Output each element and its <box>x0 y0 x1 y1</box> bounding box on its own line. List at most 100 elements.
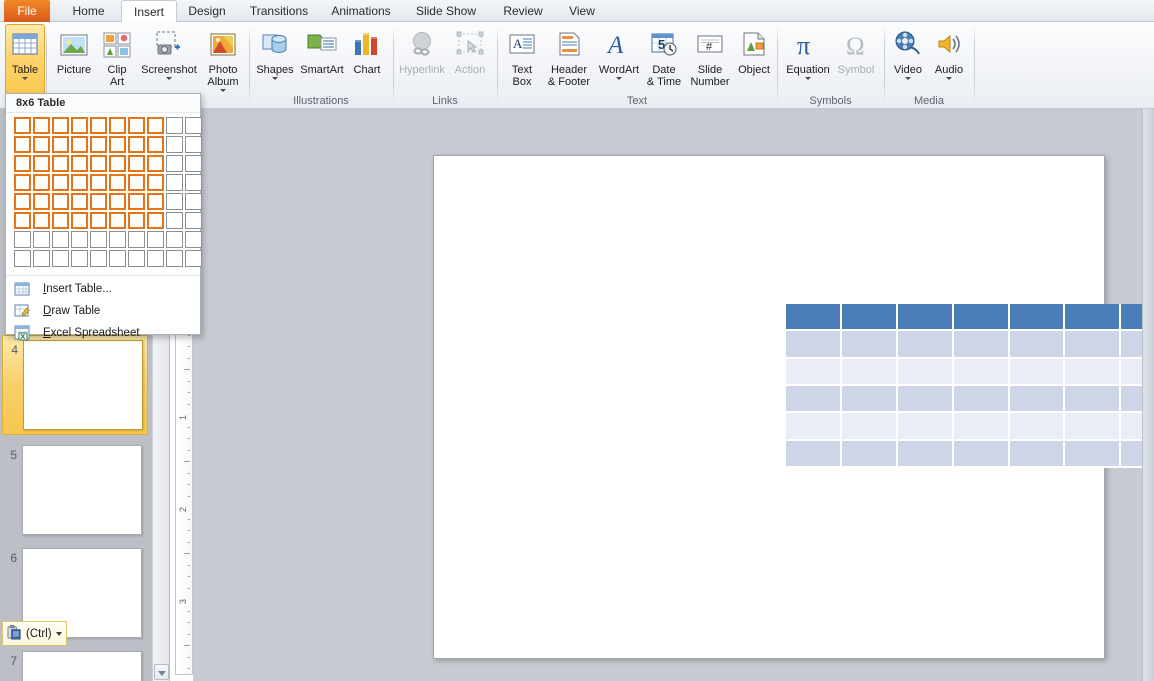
table-row[interactable] <box>786 386 1154 413</box>
table-cell[interactable] <box>898 441 954 468</box>
table-grid-cell-8x5[interactable] <box>147 193 164 210</box>
slide-thumbnail[interactable] <box>23 340 143 430</box>
table-grid-cell-7x6[interactable] <box>128 212 145 229</box>
table-grid-cell-1x4[interactable] <box>14 174 31 191</box>
table-grid-cell-6x5[interactable] <box>109 193 126 210</box>
table-grid-cell-4x2[interactable] <box>71 136 88 153</box>
table-grid-cell-5x8[interactable] <box>90 250 107 267</box>
table-grid-cell-8x7[interactable] <box>147 231 164 248</box>
table-cell[interactable] <box>1065 331 1121 358</box>
table-grid-cell-2x8[interactable] <box>33 250 50 267</box>
table-header-cell[interactable] <box>842 304 898 331</box>
table-grid-cell-10x7[interactable] <box>185 231 202 248</box>
shapes-button[interactable]: Shapes <box>253 24 297 81</box>
table-grid-cell-8x4[interactable] <box>147 174 164 191</box>
tab-view[interactable]: View <box>558 0 606 22</box>
table-cell[interactable] <box>954 413 1010 440</box>
table-grid-cell-7x8[interactable] <box>128 250 145 267</box>
picture-button[interactable]: Picture <box>52 24 96 77</box>
table-row[interactable] <box>786 441 1154 468</box>
table-grid-cell-9x3[interactable] <box>166 155 183 172</box>
table-grid-cell-10x3[interactable] <box>185 155 202 172</box>
table-cell[interactable] <box>1065 441 1121 468</box>
table-grid-cell-4x5[interactable] <box>71 193 88 210</box>
table-cell[interactable] <box>1065 359 1121 386</box>
table-grid-cell-6x2[interactable] <box>109 136 126 153</box>
table-grid-cell-1x2[interactable] <box>14 136 31 153</box>
video-button[interactable]: Video <box>889 24 927 81</box>
chevron-down-icon[interactable] <box>905 77 911 80</box>
table-grid-cell-2x1[interactable] <box>33 117 50 134</box>
slide-number-button[interactable]: # Slide Number <box>687 24 733 89</box>
slide-thumbnail[interactable] <box>22 651 142 681</box>
table-cell[interactable] <box>786 359 842 386</box>
chevron-down-icon[interactable] <box>220 89 226 92</box>
table-grid-cell-9x4[interactable] <box>166 174 183 191</box>
table-button[interactable]: Table <box>5 24 45 98</box>
table-header-cell[interactable] <box>1065 304 1121 331</box>
table-grid-cell-6x7[interactable] <box>109 231 126 248</box>
table-grid-cell-5x2[interactable] <box>90 136 107 153</box>
header-footer-button[interactable]: Header & Footer <box>542 24 596 89</box>
table-grid-cell-2x5[interactable] <box>33 193 50 210</box>
table-grid-cell-2x3[interactable] <box>33 155 50 172</box>
screenshot-button[interactable]: Screenshot <box>138 24 200 81</box>
table-grid-cell-1x1[interactable] <box>14 117 31 134</box>
table-grid-cell-3x5[interactable] <box>52 193 69 210</box>
action-button[interactable]: Action <box>449 24 491 77</box>
table-cell[interactable] <box>1010 386 1066 413</box>
table-grid-cell-3x2[interactable] <box>52 136 69 153</box>
tab-insert[interactable]: Insert <box>121 0 177 23</box>
table-grid-cell-4x1[interactable] <box>71 117 88 134</box>
photo-album-button[interactable]: Photo Album <box>200 24 246 93</box>
clip-art-button[interactable]: Clip Art <box>99 24 135 89</box>
table-grid-cell-4x6[interactable] <box>71 212 88 229</box>
slide-thumbnail-selected-frame[interactable]: 4 <box>2 335 148 435</box>
table-grid-cell-9x8[interactable] <box>166 250 183 267</box>
table-grid-cell-9x1[interactable] <box>166 117 183 134</box>
table-grid-cell-7x2[interactable] <box>128 136 145 153</box>
table-grid-cell-9x6[interactable] <box>166 212 183 229</box>
text-box-button[interactable]: A Text Box <box>503 24 541 89</box>
scroll-down-arrow-icon[interactable] <box>154 664 169 680</box>
table-size-grid[interactable] <box>14 117 204 269</box>
chevron-down-icon[interactable] <box>22 77 28 80</box>
table-preview[interactable] <box>786 304 1154 468</box>
table-grid-cell-6x6[interactable] <box>109 212 126 229</box>
table-cell[interactable] <box>842 386 898 413</box>
table-grid-cell-5x1[interactable] <box>90 117 107 134</box>
tab-transitions[interactable]: Transitions <box>239 0 319 22</box>
table-grid-cell-8x2[interactable] <box>147 136 164 153</box>
table-row[interactable] <box>786 304 1154 331</box>
workspace-vertical-scrollbar[interactable] <box>1142 109 1154 681</box>
table-cell[interactable] <box>1065 386 1121 413</box>
table-grid-cell-8x8[interactable] <box>147 250 164 267</box>
table-grid-cell-8x3[interactable] <box>147 155 164 172</box>
table-grid-cell-6x8[interactable] <box>109 250 126 267</box>
table-grid-cell-10x2[interactable] <box>185 136 202 153</box>
table-grid-cell-9x2[interactable] <box>166 136 183 153</box>
tab-file[interactable]: File <box>4 0 50 22</box>
slide-thumbnail[interactable] <box>22 445 142 535</box>
table-cell[interactable] <box>954 359 1010 386</box>
table-row[interactable] <box>786 359 1154 386</box>
table-cell[interactable] <box>1010 359 1066 386</box>
table-cell[interactable] <box>1065 413 1121 440</box>
table-cell[interactable] <box>954 386 1010 413</box>
table-row[interactable] <box>786 413 1154 440</box>
table-header-cell[interactable] <box>786 304 842 331</box>
tab-design[interactable]: Design <box>179 0 235 22</box>
table-grid-cell-8x6[interactable] <box>147 212 164 229</box>
table-grid-cell-2x7[interactable] <box>33 231 50 248</box>
table-row[interactable] <box>786 331 1154 358</box>
table-grid-cell-10x4[interactable] <box>185 174 202 191</box>
table-cell[interactable] <box>842 441 898 468</box>
table-cell[interactable] <box>954 441 1010 468</box>
table-grid-cell-7x1[interactable] <box>128 117 145 134</box>
table-cell[interactable] <box>786 386 842 413</box>
table-grid-cell-3x4[interactable] <box>52 174 69 191</box>
table-grid-cell-1x3[interactable] <box>14 155 31 172</box>
table-grid-cell-5x5[interactable] <box>90 193 107 210</box>
chevron-down-icon[interactable] <box>166 77 172 80</box>
table-cell[interactable] <box>898 386 954 413</box>
